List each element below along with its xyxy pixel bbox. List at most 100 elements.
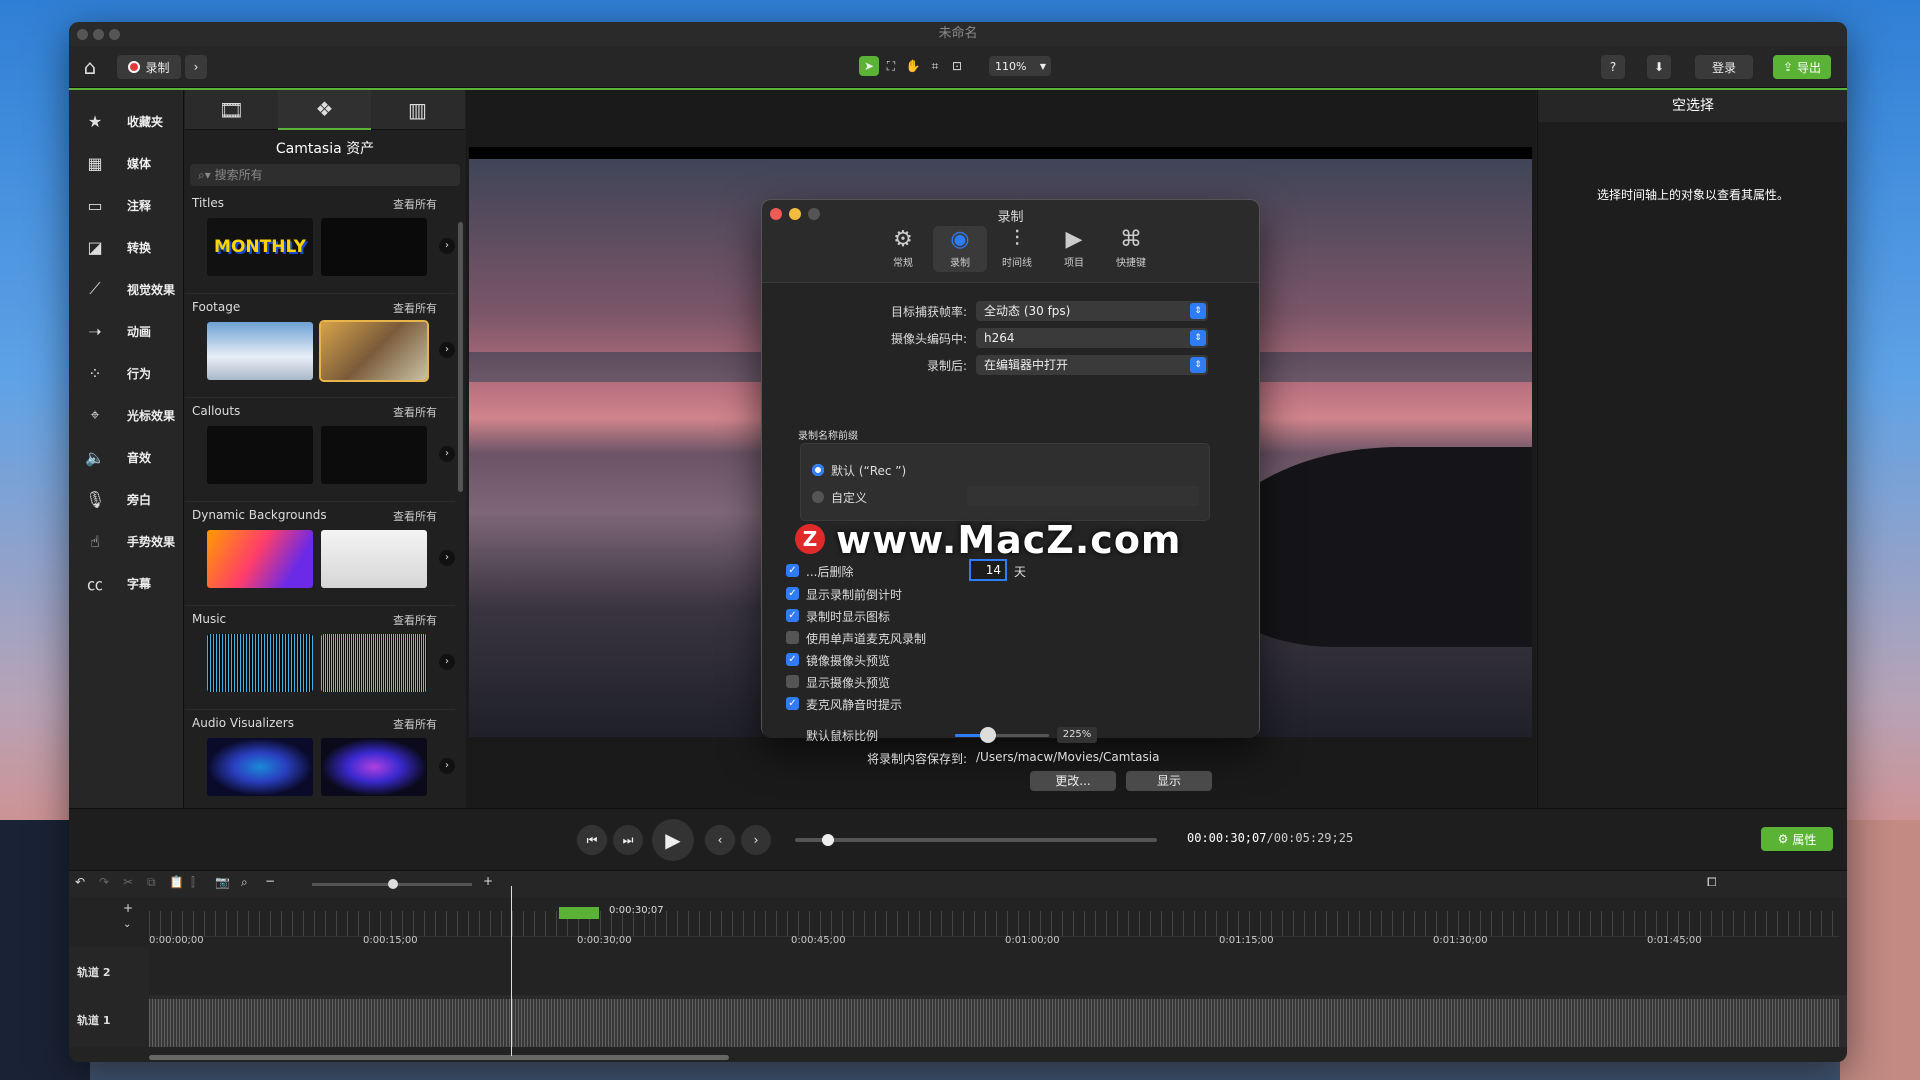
search-input[interactable]: ⌕▾ 搜索所有 — [190, 164, 460, 186]
chevron-right-icon[interactable]: › — [439, 342, 455, 358]
next-icon[interactable]: › — [741, 825, 771, 855]
delete-days-input[interactable]: 14 — [969, 559, 1007, 581]
asset-thumbnail[interactable] — [207, 322, 313, 380]
cursor-scale-knob[interactable] — [979, 727, 996, 743]
option-checkbox[interactable]: ✓ — [786, 609, 799, 622]
zoom-in-icon[interactable]: + — [483, 874, 493, 888]
sidebar-item[interactable]: ⟋ 视觉效果 — [69, 268, 184, 310]
asset-thumbnail[interactable] — [321, 634, 427, 692]
view-all-link[interactable]: 查看所有 — [393, 404, 437, 420]
help-button[interactable]: ? — [1601, 55, 1625, 79]
asset-thumbnail[interactable] — [321, 426, 427, 484]
tab-camtasia-assets[interactable]: ❖ — [278, 90, 371, 130]
login-button[interactable]: 登录 — [1695, 55, 1753, 79]
asset-thumbnail[interactable]: MONTHLY — [207, 218, 313, 276]
tab-project[interactable]: ▶ 项目 — [1047, 226, 1101, 272]
playhead-marker[interactable] — [559, 907, 599, 919]
asset-thumbnail[interactable] — [207, 426, 313, 484]
chevron-right-icon[interactable]: › — [439, 550, 455, 566]
audio-waveform-clip[interactable] — [149, 999, 1839, 1047]
assets-scrollbar[interactable] — [458, 222, 463, 492]
sidebar-item[interactable]: ➝ 动画 — [69, 310, 184, 352]
zoom-window-button[interactable] — [109, 29, 120, 40]
asset-thumbnail[interactable] — [207, 530, 313, 588]
asset-thumbnail[interactable] — [207, 738, 313, 796]
option-checkbox[interactable] — [786, 675, 799, 688]
tab-recording[interactable]: ◉ 录制 — [933, 226, 987, 272]
tab-timeline[interactable]: ⫶ 时间线 — [990, 226, 1044, 272]
record-chevron-icon[interactable]: › — [185, 55, 207, 79]
sidebar-item[interactable]: ㏄ 字幕 — [69, 562, 184, 604]
show-button[interactable]: 显示 — [1126, 771, 1212, 791]
previous-icon[interactable]: ‹ — [705, 825, 735, 855]
chevron-right-icon[interactable]: › — [439, 654, 455, 670]
zoom-select[interactable]: 110% ▼ — [989, 56, 1051, 76]
add-track-icon[interactable]: + — [123, 901, 133, 915]
prefix-custom-radio[interactable] — [812, 491, 824, 503]
detach-icon[interactable]: ⧠ — [1707, 875, 1717, 890]
sidebar-item[interactable]: ◪ 转换 — [69, 226, 184, 268]
option-checkbox[interactable]: ✓ — [786, 653, 799, 666]
sidebar-item[interactable]: ⁘ 行为 — [69, 352, 184, 394]
option-checkbox[interactable]: ✓ — [786, 697, 799, 710]
asset-thumbnail[interactable] — [321, 218, 427, 276]
option-checkbox[interactable] — [786, 631, 799, 644]
frame-rate-select[interactable]: 全动态 (30 fps) ⇕ — [976, 301, 1208, 321]
chevron-right-icon[interactable]: › — [439, 238, 455, 254]
play-icon[interactable]: ▶ — [652, 819, 694, 861]
after-recording-select[interactable]: 在编辑器中打开 ⇕ — [976, 355, 1208, 375]
pan-tool-icon[interactable]: ✋ — [903, 56, 923, 76]
asset-thumbnail[interactable] — [321, 530, 427, 588]
zoom-icon[interactable]: ⌕ — [241, 875, 248, 890]
view-all-link[interactable]: 查看所有 — [393, 508, 437, 524]
cut-icon[interactable]: ✂ — [123, 875, 133, 889]
chevron-right-icon[interactable]: › — [439, 758, 455, 774]
sidebar-item[interactable]: ▦ 媒体 — [69, 142, 184, 184]
step-back-icon[interactable]: ⏮ — [577, 825, 607, 855]
properties-button[interactable]: ⚙ 属性 — [1761, 827, 1833, 851]
close-window-button[interactable] — [77, 29, 88, 40]
step-forward-icon[interactable]: ⏭ — [613, 825, 643, 855]
tab-media-library[interactable]: 🎞 — [185, 90, 278, 130]
camera-codec-select[interactable]: h264 ⇕ — [976, 328, 1208, 348]
zoom-slider[interactable] — [312, 879, 472, 889]
transform-tool-icon[interactable]: ⛶ — [881, 56, 901, 76]
zoom-out-icon[interactable]: − — [265, 874, 275, 888]
download-icon[interactable]: ⬇ — [1647, 55, 1671, 79]
tab-general[interactable]: ⚙ 常规 — [876, 226, 930, 272]
snapshot-icon[interactable]: 📷 — [215, 875, 230, 889]
split-icon[interactable]: ⫿ — [191, 875, 195, 890]
collapse-tracks-icon[interactable]: ⌄ — [123, 919, 131, 930]
undo-icon[interactable]: ↶ — [75, 875, 85, 889]
view-all-link[interactable]: 查看所有 — [393, 716, 437, 732]
asset-thumbnail[interactable] — [319, 320, 429, 382]
minimize-window-button[interactable] — [93, 29, 104, 40]
select-tool-icon[interactable]: ➤ — [859, 56, 879, 76]
asset-thumbnail[interactable] — [321, 738, 427, 796]
sidebar-item[interactable]: ▭ 注释 — [69, 184, 184, 226]
zoom-slider-knob[interactable] — [388, 879, 398, 889]
fit-tool-icon[interactable]: ⊡ — [947, 56, 967, 76]
copy-icon[interactable]: ⧉ — [147, 875, 156, 890]
redo-icon[interactable]: ↷ — [99, 875, 109, 889]
chevron-right-icon[interactable]: › — [439, 446, 455, 462]
view-all-link[interactable]: 查看所有 — [393, 612, 437, 628]
delete-after-checkbox[interactable]: ✓ — [786, 564, 799, 577]
scrubber-knob[interactable] — [821, 834, 834, 846]
timeline-hscrollbar[interactable] — [149, 1055, 729, 1060]
record-button[interactable]: 录制 — [117, 55, 181, 79]
view-all-link[interactable]: 查看所有 — [393, 300, 437, 316]
home-icon[interactable]: ⌂ — [77, 54, 103, 80]
sidebar-item[interactable]: ☝ 手势效果 — [69, 520, 184, 562]
prefix-custom-field[interactable] — [967, 486, 1199, 506]
sidebar-item[interactable]: 🔈 音效 — [69, 436, 184, 478]
cursor-scale-slider[interactable] — [955, 727, 1049, 743]
prefix-default-radio[interactable] — [812, 464, 824, 476]
tab-library[interactable]: ▥ — [371, 90, 464, 130]
tab-shortcuts[interactable]: ⌘ 快捷键 — [1104, 226, 1158, 272]
option-checkbox[interactable]: ✓ — [786, 587, 799, 600]
scrubber-track[interactable] — [795, 834, 1157, 846]
sidebar-item[interactable]: ⌖ 光标效果 — [69, 394, 184, 436]
export-button[interactable]: ⇪ 导出 — [1773, 55, 1831, 79]
sidebar-item[interactable]: ★ 收藏夹 — [69, 100, 184, 142]
